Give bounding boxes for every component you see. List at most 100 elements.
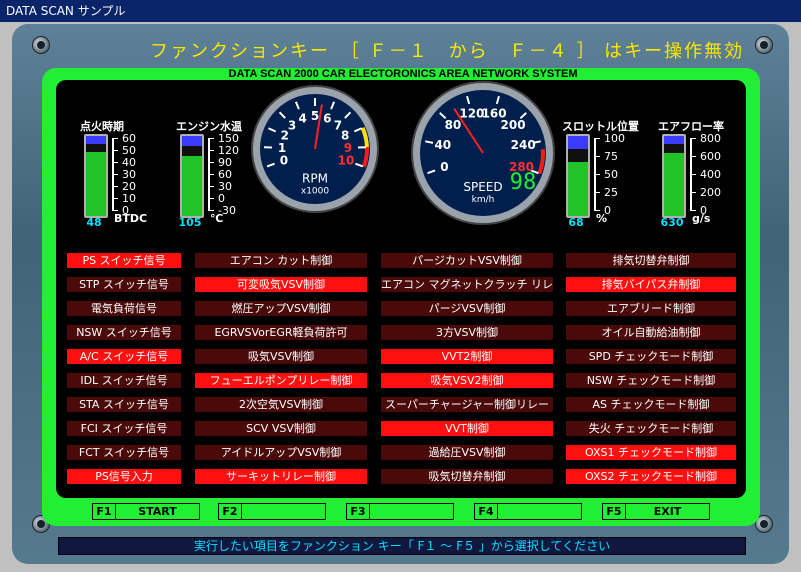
signal-indicator: NSW チェックモード制御 bbox=[566, 373, 736, 388]
ignition-scale-label: 10 bbox=[122, 192, 136, 205]
signal-indicator: FCT スイッチ信号 bbox=[67, 445, 181, 460]
signal-indicator: OXS1 チェックモード制御 bbox=[566, 445, 736, 460]
function-key-number: F3 bbox=[347, 504, 370, 519]
signal-indicator: エアコン カット制御 bbox=[195, 253, 367, 268]
signal-indicator: 3方VSV制御 bbox=[381, 325, 553, 340]
signal-indicator: パージVSV制御 bbox=[381, 301, 553, 316]
coolant-scale-label: 0 bbox=[218, 192, 225, 205]
function-key-f3[interactable]: F3 bbox=[346, 503, 454, 520]
ignition-scale-label: 60 bbox=[122, 132, 136, 145]
function-key-f2[interactable]: F2 bbox=[218, 503, 326, 520]
ignition-scale-label: 30 bbox=[122, 168, 136, 181]
rpm-tick-label: 0 bbox=[280, 153, 288, 167]
signal-indicator: FCI スイッチ信号 bbox=[67, 421, 181, 436]
airflow-scale-tick bbox=[690, 192, 696, 193]
coolant-scale-tick bbox=[208, 162, 214, 163]
airflow-scale-label: 600 bbox=[700, 150, 721, 163]
ignition-scale-tick bbox=[112, 186, 118, 187]
signal-indicator: エアブリード制御 bbox=[566, 301, 736, 316]
window-titlebar: DATA SCAN サンプル bbox=[0, 0, 801, 22]
signal-indicator: SCV VSV制御 bbox=[195, 421, 367, 436]
speed-digital-readout: 98 bbox=[510, 170, 537, 195]
ignition-gauge-fill bbox=[86, 152, 106, 216]
rpm-tick-label: 10 bbox=[338, 153, 355, 167]
airflow-gauge-fill bbox=[664, 153, 684, 216]
ignition-gauge-cap bbox=[86, 136, 106, 144]
coolant-scale-label: 30 bbox=[218, 180, 232, 193]
bolt-icon bbox=[755, 36, 773, 54]
ignition-unit: BTDC bbox=[114, 212, 148, 225]
function-key-label bbox=[370, 504, 453, 519]
window-title: DATA SCAN サンプル bbox=[6, 4, 126, 18]
signal-indicator: 排気バイパス弁制御 bbox=[566, 277, 736, 292]
rpm-tick-label: 4 bbox=[298, 111, 306, 125]
ignition-scale-tick bbox=[112, 138, 118, 139]
throttle-gauge-cap bbox=[568, 136, 588, 149]
signal-indicator: EGRVSVorEGR軽負荷許可 bbox=[195, 325, 367, 340]
airflow-scale-tick bbox=[690, 138, 696, 139]
airflow-gauge-cap bbox=[664, 136, 684, 144]
bolt-icon bbox=[32, 36, 50, 54]
coolant-gauge-cap bbox=[182, 136, 202, 146]
airflow-scale-label: 400 bbox=[700, 168, 721, 181]
coolant-unit: ℃ bbox=[210, 212, 224, 225]
throttle-scale-label: 25 bbox=[604, 186, 618, 199]
coolant-scale-label: 120 bbox=[218, 144, 239, 157]
signal-indicator: 失火 チェックモード制御 bbox=[566, 421, 736, 436]
signal-indicator: NSW スイッチ信号 bbox=[67, 325, 181, 340]
signal-indicator: PS信号入力 bbox=[67, 469, 181, 484]
throttle-scale-tick bbox=[594, 192, 600, 193]
coolant-scale-tick bbox=[208, 138, 214, 139]
throttle-scale-label: 50 bbox=[604, 168, 618, 181]
function-key-f4[interactable]: F4 bbox=[474, 503, 582, 520]
throttle-unit: % bbox=[596, 212, 608, 225]
signal-indicator: エアコン マグネットクラッチ リレー bbox=[381, 277, 553, 292]
signal-indicator: 可変吸気VSV制御 bbox=[195, 277, 367, 292]
coolant-gauge-fill bbox=[182, 156, 202, 216]
rpm-tick-label: 3 bbox=[288, 118, 296, 132]
rpm-tick-label: 5 bbox=[311, 109, 319, 123]
signal-indicator: 燃圧アップVSV制御 bbox=[195, 301, 367, 316]
ignition-value: 48 bbox=[86, 216, 102, 229]
coolant-value: 105 bbox=[178, 216, 202, 229]
rpm-tick-label: 1 bbox=[278, 141, 286, 155]
throttle-scale-tick bbox=[594, 210, 600, 211]
signal-indicator: VVT2制御 bbox=[381, 349, 553, 364]
system-title: DATA SCAN 2000 CAR ELECTORONICS AREA NET… bbox=[228, 68, 578, 80]
signal-indicator: OXS2 チェックモード制御 bbox=[566, 469, 736, 484]
speed-label: SPEED bbox=[463, 180, 502, 194]
ignition-scale-label: 50 bbox=[122, 144, 136, 157]
airflow-scale-tick bbox=[690, 210, 696, 211]
coolant-gauge-bar bbox=[180, 134, 204, 218]
coolant-scale-label: 90 bbox=[218, 156, 232, 169]
signal-indicator: 2次空気VSV制御 bbox=[195, 397, 367, 412]
signal-indicator: STP スイッチ信号 bbox=[67, 277, 181, 292]
coolant-scale-tick bbox=[208, 174, 214, 175]
function-key-number: F4 bbox=[475, 504, 498, 519]
airflow-unit: g/s bbox=[692, 212, 711, 225]
signal-indicator: AS チェックモード制御 bbox=[566, 397, 736, 412]
ignition-scale-label: 20 bbox=[122, 180, 136, 193]
throttle-scale-label: 100 bbox=[604, 132, 625, 145]
throttle-scale-tick bbox=[594, 174, 600, 175]
throttle-scale-label: 75 bbox=[604, 150, 618, 163]
rpm-meter: 0123 4 5 6 78910RPMx1000 bbox=[251, 85, 379, 213]
signal-indicator: スーパーチャージャー制御リレー bbox=[381, 397, 553, 412]
throttle-scale-tick bbox=[594, 138, 600, 139]
ignition-scale-tick bbox=[112, 150, 118, 151]
signal-indicator: 排気切替弁制御 bbox=[566, 253, 736, 268]
signal-indicator: IDL スイッチ信号 bbox=[67, 373, 181, 388]
coolant-scale-tick bbox=[208, 150, 214, 151]
signal-indicator: A/C スイッチ信号 bbox=[67, 349, 181, 364]
ignition-label: 点火時期 bbox=[80, 120, 124, 133]
airflow-scale-label: 200 bbox=[700, 186, 721, 199]
function-key-f1[interactable]: F1 START bbox=[92, 503, 200, 520]
function-key-f5[interactable]: F5 EXIT bbox=[602, 503, 710, 520]
signal-indicator: VVT制御 bbox=[381, 421, 553, 436]
ignition-scale-tick bbox=[112, 210, 118, 211]
signal-indicator: アイドルアップVSV制御 bbox=[195, 445, 367, 460]
signal-indicator: STA スイッチ信号 bbox=[67, 397, 181, 412]
ignition-scale-tick bbox=[112, 174, 118, 175]
coolant-scale-tick bbox=[208, 186, 214, 187]
coolant-scale-tick bbox=[208, 210, 214, 211]
